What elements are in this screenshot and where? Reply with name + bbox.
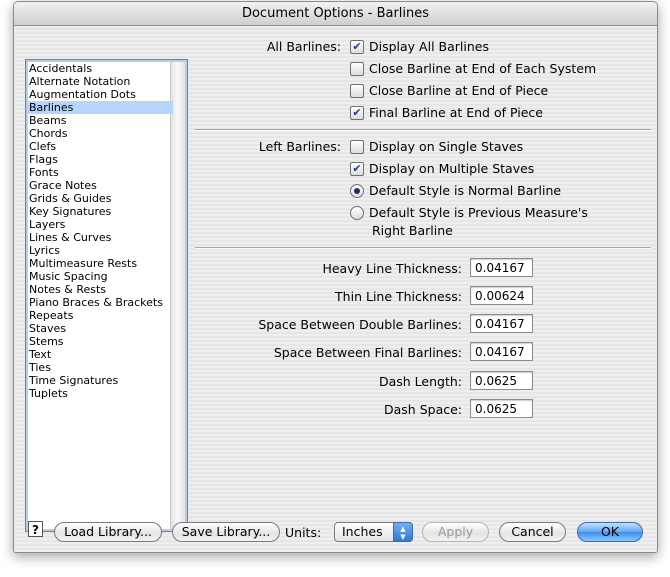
- space-final-barlines-label: Space Between Final Barlines:: [273, 345, 462, 360]
- list-item[interactable]: Grids & Guides: [28, 192, 173, 205]
- list-item[interactable]: Fonts: [28, 166, 173, 179]
- section-divider: [195, 129, 651, 131]
- list-item[interactable]: Repeats: [28, 309, 173, 322]
- dash-space-field[interactable]: 0.0625: [470, 399, 533, 418]
- units-label: Units:: [285, 525, 322, 540]
- list-item[interactable]: Layers: [28, 218, 173, 231]
- heavy-line-thickness-label: Heavy Line Thickness:: [322, 261, 462, 276]
- list-item[interactable]: Beams: [28, 114, 173, 127]
- list-item[interactable]: Notes & Rests: [28, 283, 173, 296]
- space-final-barlines-field[interactable]: 0.04167: [470, 342, 533, 361]
- popup-arrows-icon: ▲ ▼: [393, 522, 413, 542]
- list-item[interactable]: Tuplets: [28, 387, 173, 400]
- list-item[interactable]: Stems: [28, 335, 173, 348]
- all-barlines-label: All Barlines:: [266, 39, 341, 54]
- list-item[interactable]: Barlines: [28, 101, 173, 114]
- list-item[interactable]: Accidentals: [28, 62, 173, 75]
- dash-length-label: Dash Length:: [378, 374, 462, 389]
- radio-icon: [350, 184, 364, 198]
- list-item[interactable]: Music Spacing: [28, 270, 173, 283]
- space-double-barlines-label: Space Between Double Barlines:: [258, 317, 462, 332]
- list-item[interactable]: Clefs: [28, 140, 173, 153]
- list-item[interactable]: Chords: [28, 127, 173, 140]
- section-divider: [195, 247, 651, 249]
- list-item[interactable]: Piano Braces & Brackets: [28, 296, 173, 309]
- thin-line-thickness-field[interactable]: 0.00624: [470, 286, 533, 305]
- units-popup[interactable]: Inches ▲ ▼: [334, 522, 413, 542]
- list-item[interactable]: Time Signatures: [28, 374, 173, 387]
- list-item[interactable]: Multimeasure Rests: [28, 257, 173, 270]
- checkbox-icon: ✔: [350, 106, 364, 120]
- dash-length-field[interactable]: 0.0625: [470, 371, 533, 390]
- list-item[interactable]: Staves: [28, 322, 173, 335]
- checkbox-icon: [350, 62, 364, 76]
- list-item[interactable]: Lines & Curves: [28, 231, 173, 244]
- category-list[interactable]: Accidentals Alternate Notation Augmentatio…: [25, 59, 188, 532]
- ok-button[interactable]: OK: [577, 522, 643, 542]
- cancel-button[interactable]: Cancel: [499, 522, 566, 542]
- units-value: Inches: [342, 524, 383, 539]
- list-item[interactable]: Flags: [28, 153, 173, 166]
- list-item[interactable]: Grace Notes: [28, 179, 173, 192]
- left-barlines-label: Left Barlines:: [258, 139, 341, 154]
- list-item[interactable]: Lyrics: [28, 244, 173, 257]
- document-options-window: Document Options - Barlines Accidentals A…: [13, 1, 658, 553]
- list-item[interactable]: Alternate Notation: [28, 75, 173, 88]
- checkbox-icon: ✔: [350, 40, 364, 54]
- window-content: Accidentals Alternate Notation Augmentatio…: [14, 26, 657, 552]
- checkbox-icon: [350, 84, 364, 98]
- list-item[interactable]: Augmentation Dots: [28, 88, 173, 101]
- dash-space-label: Dash Space:: [384, 402, 462, 417]
- help-button[interactable]: ?: [28, 521, 43, 537]
- checkbox-icon: [350, 140, 364, 154]
- list-item[interactable]: Key Signatures: [28, 205, 173, 218]
- space-double-barlines-field[interactable]: 0.04167: [470, 314, 533, 333]
- load-library-button[interactable]: Load Library...: [54, 522, 162, 542]
- heavy-line-thickness-field[interactable]: 0.04167: [470, 258, 533, 277]
- list-item[interactable]: Ties: [28, 361, 173, 374]
- radio-icon: [350, 206, 364, 220]
- save-library-button[interactable]: Save Library...: [172, 522, 280, 542]
- window-title: Document Options - Barlines: [14, 2, 657, 26]
- checkbox-icon: ✔: [350, 162, 364, 176]
- list-item[interactable]: Text: [28, 348, 173, 361]
- apply-button[interactable]: Apply: [422, 522, 489, 542]
- thin-line-thickness-label: Thin Line Thickness:: [335, 289, 462, 304]
